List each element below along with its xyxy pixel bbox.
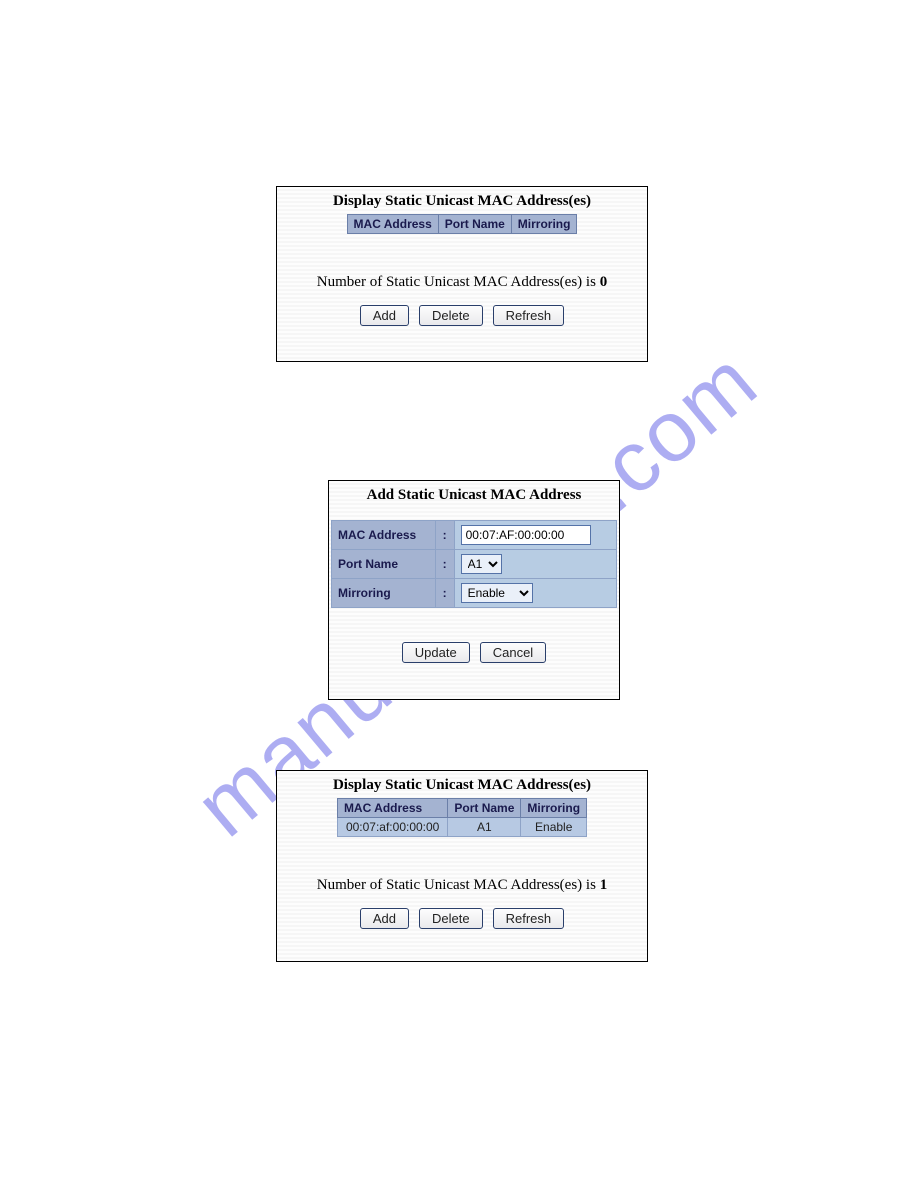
- panel3-header-port: Port Name: [448, 799, 521, 818]
- panel1-title: Display Static Unicast MAC Address(es): [277, 187, 647, 214]
- refresh-button[interactable]: Refresh: [493, 305, 565, 326]
- cancel-button[interactable]: Cancel: [480, 642, 546, 663]
- panel3-title: Display Static Unicast MAC Address(es): [277, 771, 647, 798]
- panel1-header-table: MAC Address Port Name Mirroring: [347, 214, 578, 234]
- add-mac-panel: Add Static Unicast MAC Address MAC Addre…: [328, 480, 620, 700]
- add-button[interactable]: Add: [360, 908, 409, 929]
- mac-address-label: MAC Address: [332, 521, 436, 550]
- panel3-count-prefix: Number of Static Unicast MAC Address(es)…: [317, 877, 600, 893]
- panel2-title: Add Static Unicast MAC Address: [329, 481, 619, 508]
- table-row[interactable]: 00:07:af:00:00:00 A1 Enable: [337, 818, 586, 837]
- mirroring-label: Mirroring: [332, 579, 436, 608]
- panel1-count-value: 0: [600, 274, 608, 290]
- panel3-count-value: 1: [600, 877, 608, 893]
- port-name-select[interactable]: A1: [461, 554, 502, 574]
- panel3-button-row: Add Delete Refresh: [277, 908, 647, 939]
- colon: :: [435, 550, 454, 579]
- panel3-header-mirror: Mirroring: [521, 799, 587, 818]
- delete-button[interactable]: Delete: [419, 305, 483, 326]
- panel1-button-row: Add Delete Refresh: [277, 305, 647, 336]
- panel1-header-port: Port Name: [438, 215, 511, 234]
- mac-address-input[interactable]: [461, 525, 591, 545]
- refresh-button[interactable]: Refresh: [493, 908, 565, 929]
- panel1-count-line: Number of Static Unicast MAC Address(es)…: [277, 274, 647, 291]
- panel1-header-mirror: Mirroring: [511, 215, 577, 234]
- row-mac-value: 00:07:af:00:00:00: [337, 818, 447, 837]
- display-mac-panel-populated: Display Static Unicast MAC Address(es) M…: [276, 770, 648, 962]
- add-button[interactable]: Add: [360, 305, 409, 326]
- update-button[interactable]: Update: [402, 642, 470, 663]
- panel2-form-table: MAC Address : Port Name : A1 Mirroring :…: [331, 520, 617, 608]
- row-port-value: A1: [448, 818, 521, 837]
- row-mirror-value: Enable: [521, 818, 587, 837]
- panel3-data-table: MAC Address Port Name Mirroring 00:07:af…: [337, 798, 587, 837]
- panel1-header-mac: MAC Address: [347, 215, 438, 234]
- panel3-count-line: Number of Static Unicast MAC Address(es)…: [277, 877, 647, 894]
- panel2-button-row: Update Cancel: [329, 642, 619, 673]
- display-mac-panel-empty: Display Static Unicast MAC Address(es) M…: [276, 186, 648, 362]
- colon: :: [435, 521, 454, 550]
- delete-button[interactable]: Delete: [419, 908, 483, 929]
- port-name-label: Port Name: [332, 550, 436, 579]
- colon: :: [435, 579, 454, 608]
- panel1-count-prefix: Number of Static Unicast MAC Address(es)…: [317, 274, 600, 290]
- mirroring-select[interactable]: Enable: [461, 583, 533, 603]
- panel3-header-mac: MAC Address: [337, 799, 447, 818]
